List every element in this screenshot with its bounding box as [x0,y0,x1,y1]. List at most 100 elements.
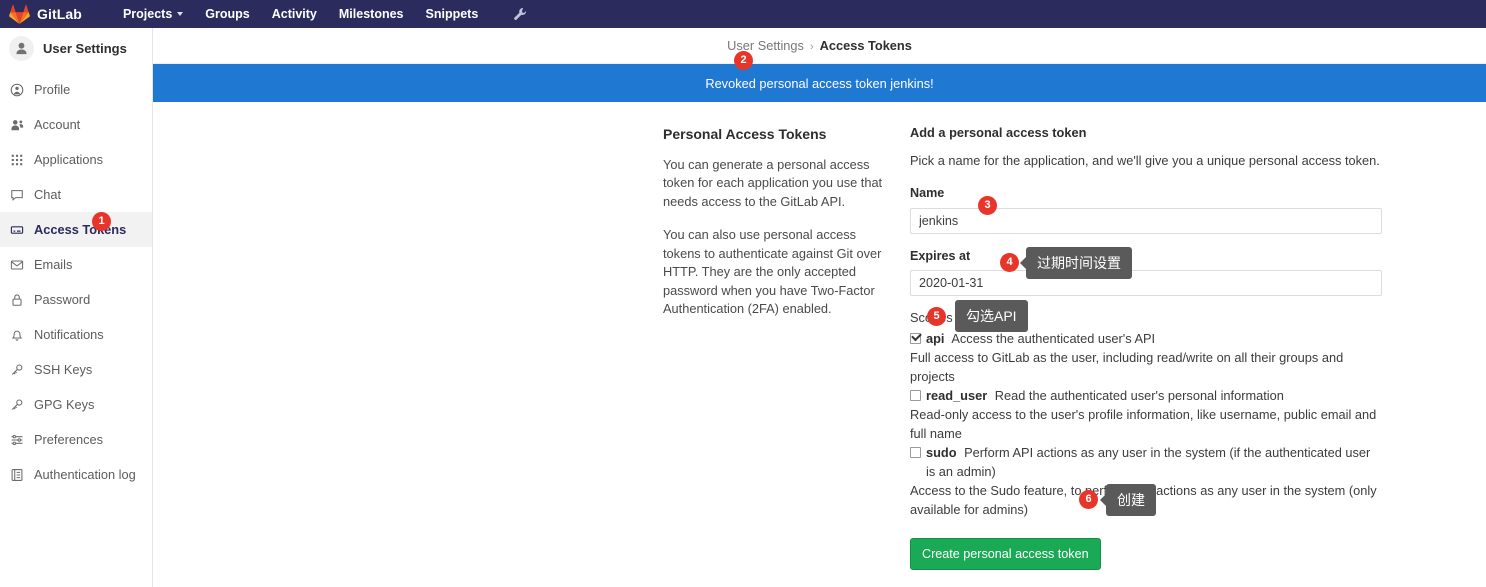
scope-api-name: api [926,330,945,346]
sidebar-header-label: User Settings [43,41,127,56]
sidebar-item-notifications-label: Notifications [34,327,104,342]
scope-row-sudo: sudo Perform API actions as any user in … [910,443,1382,481]
expires-input[interactable] [910,270,1382,296]
add-token-form: Add a personal access token Pick a name … [910,124,1382,587]
breadcrumb-parent[interactable]: User Settings [727,38,804,53]
email-icon [9,257,25,273]
chat-icon [9,187,25,203]
scope-sudo-desc: Perform API actions as any user in the s… [926,444,1371,479]
tooltip-create: 创建 [1100,484,1156,516]
nav-item-milestones[interactable]: Milestones [328,0,415,28]
nav-item-projects-label: Projects [122,7,173,21]
main-content: Personal Access Tokens You can generate … [153,102,1486,587]
scope-read-user-help: Read-only access to the user's profile i… [910,406,1377,441]
nav-item-milestones-label: Milestones [338,7,404,21]
form-subtitle: Pick a name for the application, and we'… [910,152,1380,168]
sidebar-item-account[interactable]: Account [0,107,152,142]
annotation-badge-3: 3 [978,196,997,215]
gitlab-brand[interactable]: GitLab [0,4,82,24]
key-icon [9,397,25,413]
nav-item-snippets-label: Snippets [425,7,479,21]
sidebar-item-chat-label: Chat [34,187,62,202]
sidebar-items: Profile Account Applications Chat Access… [0,72,152,492]
sidebar-item-authentication-log-label: Authentication log [34,467,136,482]
annotation-badge-6: 6 [1079,490,1098,509]
nav-item-groups-label: Groups [205,7,250,21]
info-panel-paragraph-2: You can also use personal access tokens … [663,227,882,316]
lock-icon [9,292,25,308]
info-panel-paragraph-1: You can generate a personal access token… [663,156,883,209]
sidebar-item-ssh-keys[interactable]: SSH Keys [0,352,152,387]
applications-icon [9,152,25,168]
wrench-icon [513,7,527,21]
gitlab-brand-label: GitLab [37,6,82,22]
scope-read-user-checkbox[interactable] [910,389,921,401]
scope-sudo-checkbox[interactable] [910,446,921,458]
info-panel-title: Personal Access Tokens [663,126,827,142]
nav-item-projects[interactable]: Projects [112,0,194,28]
breadcrumb: User Settings › Access Tokens [153,28,1486,64]
scope-read-user-name: read_user [926,387,988,403]
preferences-icon [9,432,25,448]
sidebar-item-ssh-keys-label: SSH Keys [34,362,93,377]
sidebar: User Settings Profile Account Applicatio… [0,28,153,587]
info-panel: Personal Access Tokens You can generate … [663,125,889,334]
admin-area-button[interactable] [513,7,527,21]
breadcrumb-current: Access Tokens [819,38,912,53]
tooltip-expires-setting: 过期时间设置 [1020,247,1132,279]
gitlab-logo-icon [9,4,30,24]
annotation-badge-5: 5 [927,307,946,326]
annotation-badge-1: 1 [92,212,111,231]
sidebar-item-profile[interactable]: Profile [0,72,152,107]
sidebar-item-account-label: Account [34,117,81,132]
create-token-button[interactable]: Create personal access token [910,537,1101,570]
expires-label: Expires at [910,248,971,263]
sidebar-item-emails-label: Emails [34,257,73,272]
sidebar-item-gpg-keys-label: GPG Keys [34,397,95,412]
sidebar-item-preferences[interactable]: Preferences [0,422,152,457]
annotation-badge-4: 4 [1000,253,1019,272]
sidebar-item-chat[interactable]: Chat [0,177,152,212]
scope-api-checkbox[interactable] [910,332,921,344]
top-navigation-bar: GitLab Projects Groups Activity Mileston… [0,0,1486,28]
top-nav-items: Projects Groups Activity Milestones Snip… [112,0,489,28]
sidebar-item-emails[interactable]: Emails [0,247,152,282]
scope-read-user-desc: Read the authenticated user's personal i… [994,387,1284,403]
sidebar-item-access-tokens-label: Access Tokens [34,222,127,237]
annotation-badge-2: 2 [734,51,753,70]
nav-item-activity-label: Activity [271,7,317,21]
sidebar-item-applications-label: Applications [34,152,104,167]
scope-api-desc: Access the authenticated user's API [951,330,1156,346]
flash-banner-message: Revoked personal access token jenkins! [705,75,934,91]
log-icon [9,467,25,483]
user-avatar-icon [9,36,34,61]
sidebar-item-authentication-log[interactable]: Authentication log [0,457,152,492]
nav-item-groups[interactable]: Groups [194,0,260,28]
scope-row-read-user: read_user Read the authenticated user's … [910,386,1382,405]
form-title: Add a personal access token [910,125,1087,140]
flash-banner: Revoked personal access token jenkins! [153,64,1486,102]
bell-icon [9,327,25,343]
sidebar-item-gpg-keys[interactable]: GPG Keys [0,387,152,422]
sidebar-item-access-tokens[interactable]: Access Tokens [0,212,152,247]
sidebar-item-preferences-label: Preferences [34,432,103,447]
scope-sudo-name: sudo [926,444,957,460]
sidebar-item-notifications[interactable]: Notifications [0,317,152,352]
sidebar-item-applications[interactable]: Applications [0,142,152,177]
nav-item-activity[interactable]: Activity [261,0,328,28]
account-icon [9,117,25,133]
chevron-down-icon [177,12,184,16]
breadcrumb-separator-icon: › [809,41,814,53]
scope-api-help: Full access to GitLab as the user, inclu… [910,349,1344,384]
nav-item-snippets[interactable]: Snippets [415,0,490,28]
sidebar-header[interactable]: User Settings [0,28,152,69]
key-icon [9,362,25,378]
expires-field-group: Expires at [910,247,1382,296]
sidebar-item-profile-label: Profile [34,82,71,97]
sidebar-item-password-label: Password [34,292,91,307]
gitlab-access-tokens-page: GitLab Projects Groups Activity Mileston… [0,0,1486,587]
sidebar-item-password[interactable]: Password [0,282,152,317]
tooltip-check-api: 勾选API [955,300,1028,332]
profile-icon [9,82,25,98]
access-tokens-icon [9,222,25,238]
